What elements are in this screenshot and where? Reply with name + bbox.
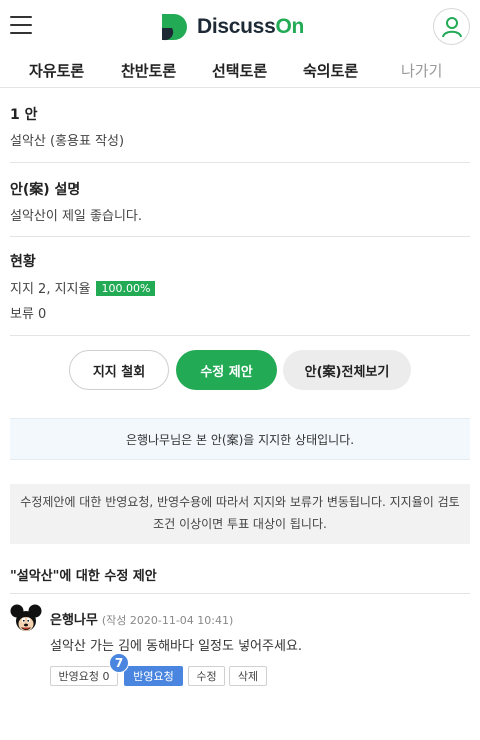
proposal-number: 1 안	[10, 107, 38, 123]
propose-modification-button[interactable]: 수정 제안	[176, 350, 277, 390]
reflect-request-count-button[interactable]: 반영요청 0	[50, 666, 118, 686]
tab-pro-con-discussion[interactable]: 찬반토론	[121, 60, 176, 81]
logo-text: DiscussOn	[197, 15, 305, 38]
delete-comment-button[interactable]: 삭제	[229, 666, 267, 686]
profile-button[interactable]	[433, 8, 470, 45]
modifications-title: "설악산"에 대한 수정 제안	[10, 569, 157, 584]
action-buttons: 지지 철회 수정 제안 안(案)전체보기	[0, 350, 480, 390]
comment-author: 은행나무	[50, 613, 98, 628]
app-header: DiscussOn	[0, 0, 480, 54]
mickey-avatar	[10, 604, 42, 631]
withdraw-support-button[interactable]: 지지 철회	[69, 350, 169, 390]
tab-deliberative-discussion[interactable]: 숙의토론	[303, 60, 358, 81]
tab-free-discussion[interactable]: 자유토론	[29, 60, 84, 81]
comment-timestamp: (작성 2020-11-04 10:41)	[101, 614, 234, 627]
divider	[10, 593, 470, 594]
support-line: 지지 2, 지지율 100.00%	[10, 278, 156, 297]
edit-comment-button[interactable]: 수정	[188, 666, 225, 686]
support-status-message: 은행나무님은 본 안(案)을 지지한 상태입니다.	[10, 418, 470, 460]
discussion-tabs: 자유토론 찬반토론 선택토론 숙의토론 나가기	[0, 54, 480, 88]
status-section: 현황 지지 2, 지지율 100.00% 보류 0	[10, 237, 470, 336]
description-section: 안(案) 설명 설악산이 제일 좋습니다.	[10, 163, 470, 237]
status-title: 현황	[10, 254, 36, 270]
proposal-name: 설악산 (홍용표 작성)	[10, 134, 125, 149]
hamburger-icon[interactable]	[10, 16, 32, 36]
tab-choice-discussion[interactable]: 선택토론	[212, 60, 267, 81]
comment-author-line: 은행나무 (작성 2020-11-04 10:41)	[50, 609, 233, 628]
view-all-proposals-button[interactable]: 안(案)전체보기	[283, 350, 411, 390]
logo-mark-icon	[162, 14, 187, 41]
user-icon	[441, 16, 462, 37]
proposal-section: 1 안 설악산 (홍용표 작성)	[10, 88, 470, 163]
comment-body: 설악산 가는 김에 동해바다 일정도 넣어주세요.	[50, 639, 303, 654]
support-rate-badge: 100.00%	[96, 281, 156, 296]
description-text: 설악산이 제일 좋습니다.	[10, 209, 142, 224]
reflect-request-button[interactable]: 반영요청	[124, 666, 183, 686]
request-count-badge: 7	[109, 653, 129, 673]
exit-link[interactable]: 나가기	[401, 60, 442, 81]
support-count: 지지 2, 지지율	[10, 282, 91, 297]
logo[interactable]: DiscussOn	[159, 12, 304, 42]
hold-count: 보류 0	[10, 307, 47, 322]
rules-notice: 수정제안에 대한 반영요청, 반영수용에 따라서 지지와 보류가 변동됩니다. …	[10, 484, 470, 544]
description-title: 안(案) 설명	[10, 182, 81, 198]
